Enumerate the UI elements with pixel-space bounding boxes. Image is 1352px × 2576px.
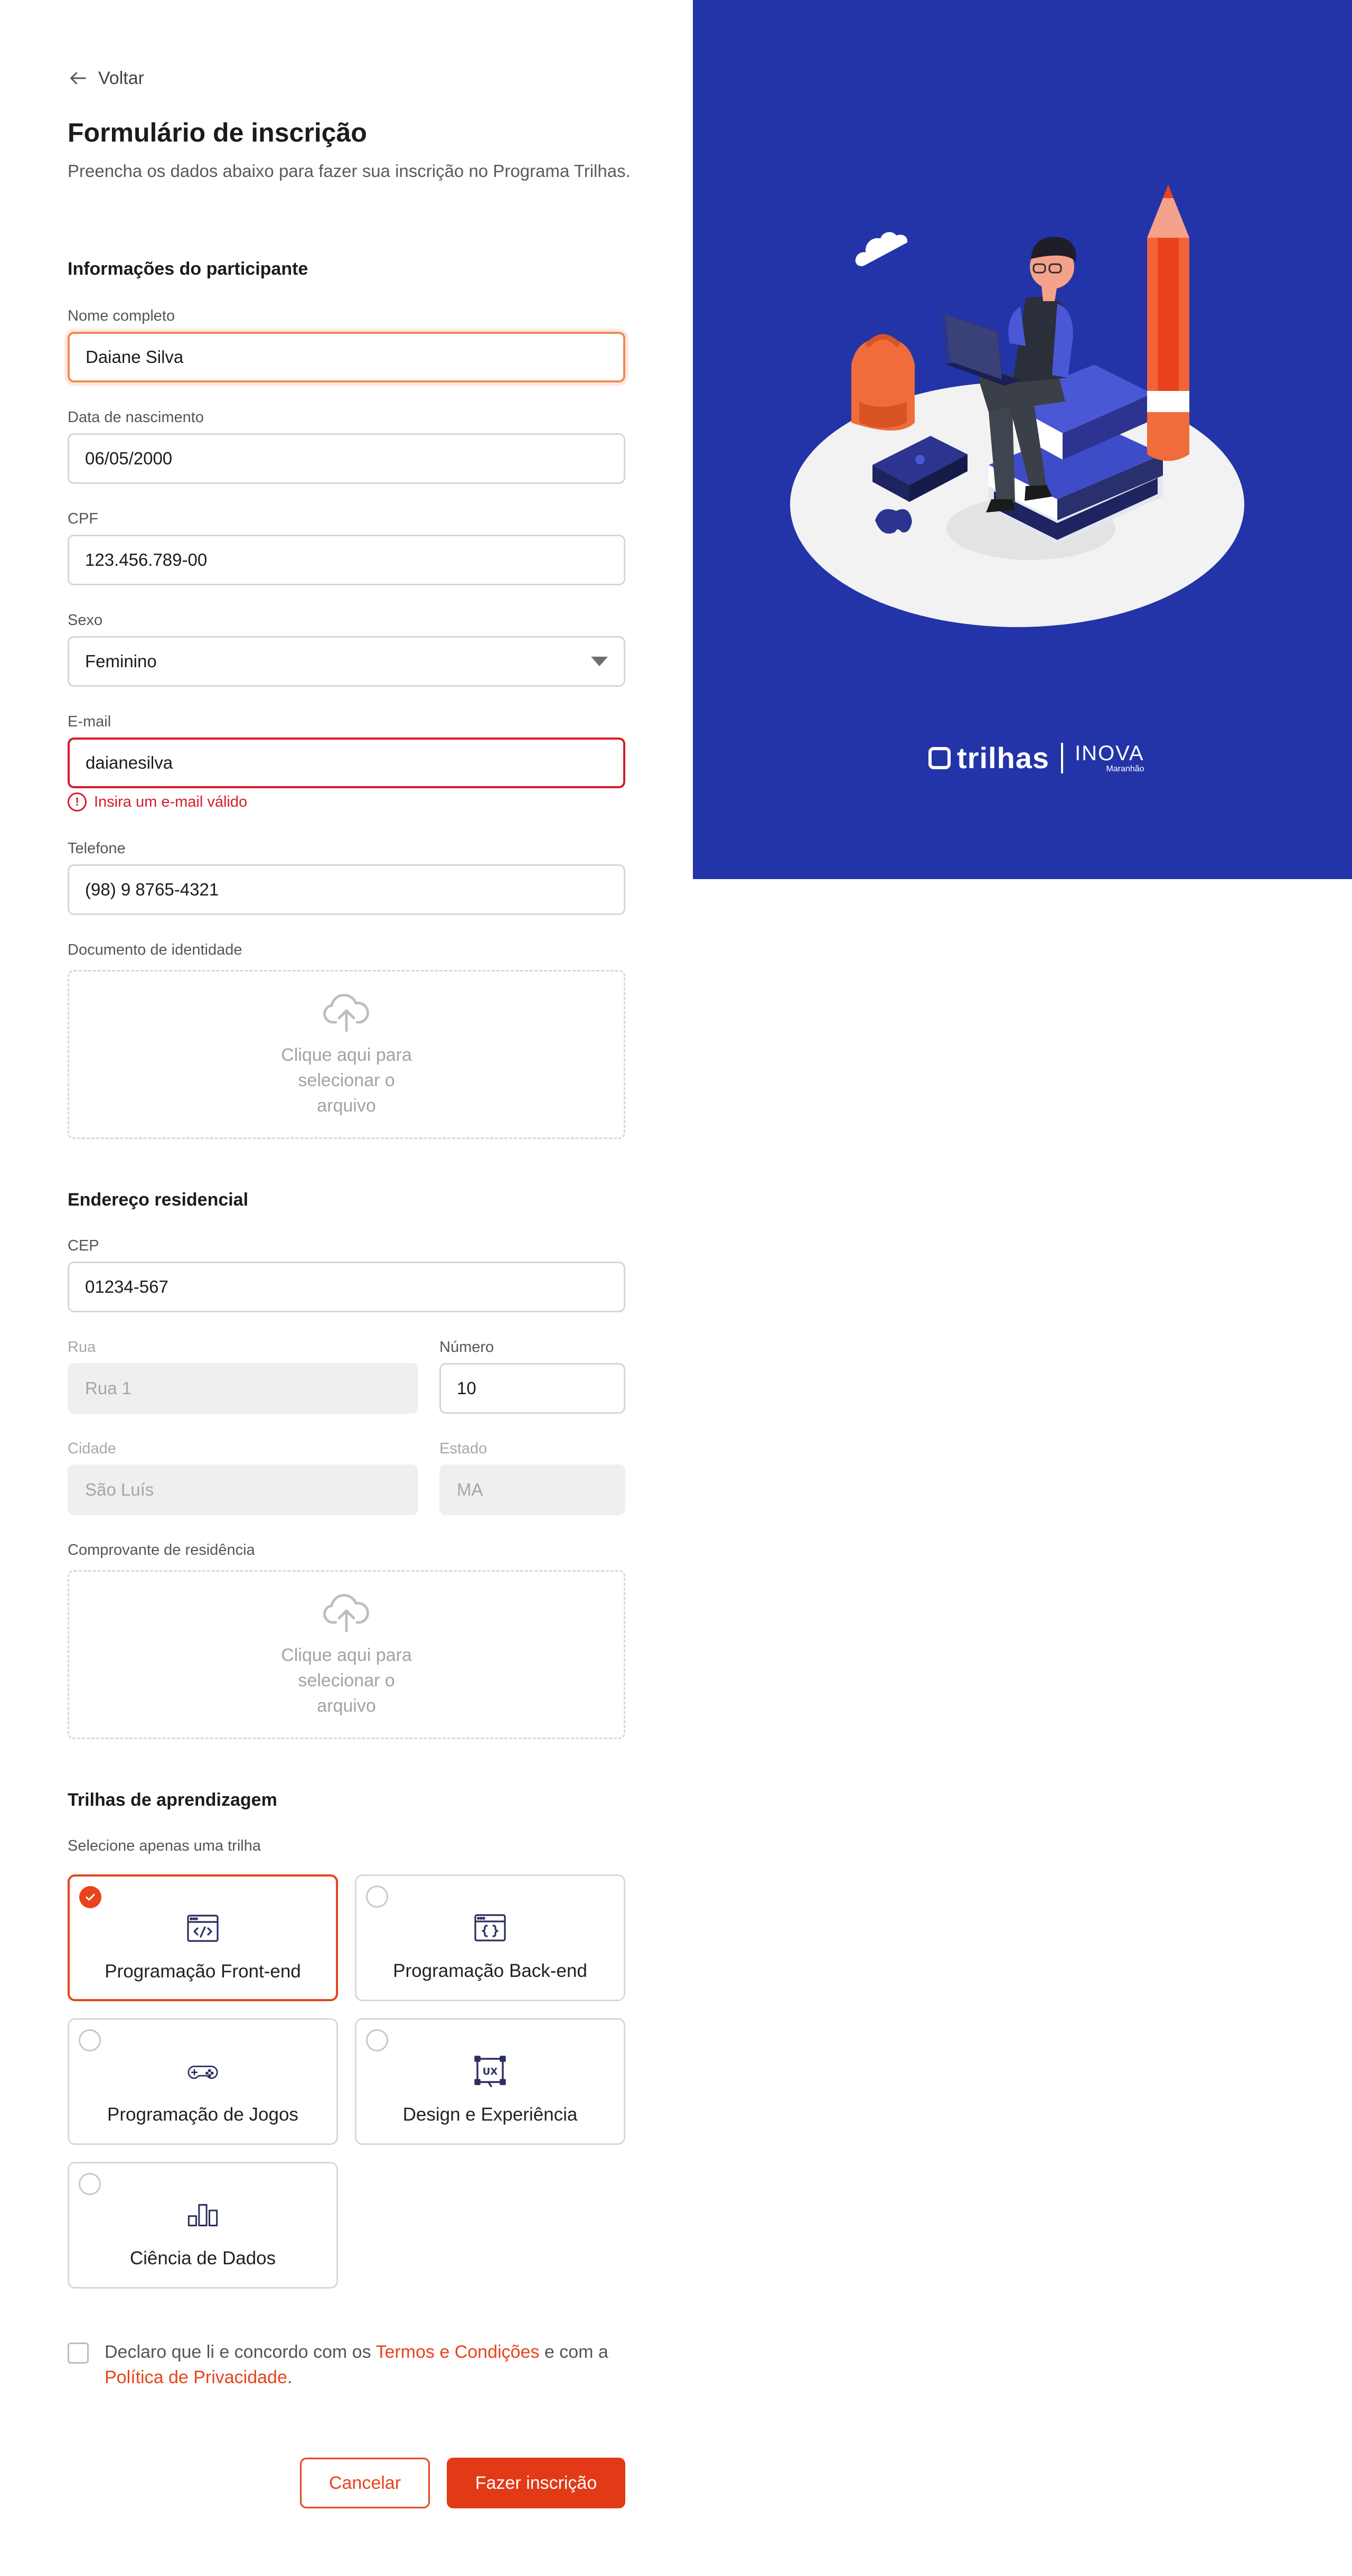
city-label: Cidade (68, 1440, 116, 1457)
terms-row: Declaro que li e concordo com os Termos … (68, 2339, 633, 2390)
track-radio[interactable] (79, 2173, 101, 2195)
number-field[interactable] (439, 1363, 625, 1414)
email-label: E-mail (68, 713, 111, 730)
track-label: Design e Experiência (402, 2104, 578, 2125)
terms-middle: e com a (544, 2342, 608, 2362)
birthdate-label: Data de nascimento (68, 409, 204, 426)
id-document-upload[interactable]: Clique aqui para selecionar o arquivo (68, 970, 625, 1139)
cep-label: CEP (68, 1237, 99, 1254)
code-window-icon (187, 1915, 219, 1942)
cloud-upload-icon (323, 1594, 369, 1632)
brand-logos: trilhas INOVA Maranhão (928, 741, 1144, 775)
privacy-link[interactable]: Política de Privacidade (105, 2367, 287, 2387)
phone-label: Telefone (68, 840, 126, 857)
number-label: Número (439, 1339, 494, 1356)
track-radio[interactable] (366, 1886, 388, 1908)
track-radio[interactable] (366, 2029, 388, 2051)
braces-window-icon (474, 1914, 506, 1942)
trilhas-logo-icon (928, 746, 951, 769)
cpf-field[interactable] (68, 535, 625, 585)
sex-select[interactable]: Feminino (68, 636, 625, 687)
terms-checkbox[interactable] (68, 2342, 89, 2364)
cpf-label: CPF (68, 510, 98, 527)
check-icon (86, 1893, 95, 1901)
section-title-tracks: Trilhas de aprendizagem (68, 1790, 277, 1810)
track-card-data-science[interactable]: Ciência de Dados (68, 2162, 338, 2289)
caret-down-icon (591, 657, 608, 666)
terms-link[interactable]: Termos e Condições (375, 2342, 539, 2362)
proof-upload[interactable]: Clique aqui para selecionar o arquivo (68, 1570, 625, 1739)
terms-prefix: Declaro que li e concordo com os (105, 2342, 371, 2362)
name-field[interactable] (68, 332, 625, 382)
street-field[interactable] (68, 1363, 418, 1414)
backpack-illustration (851, 334, 915, 431)
birthdate-field[interactable] (68, 433, 625, 484)
proof-label: Comprovante de residência (68, 1542, 255, 1558)
back-label: Voltar (98, 68, 144, 88)
email-error: ! Insira um e-mail válido (68, 792, 247, 811)
page-title: Formulário de inscrição (68, 118, 367, 147)
id-document-upload-text: Clique aqui para selecionar o arquivo (281, 1045, 412, 1116)
email-field[interactable] (68, 738, 625, 788)
track-card-games[interactable]: Programação de Jogos (68, 2018, 338, 2145)
inova-logo-text: INOVA (1075, 741, 1144, 765)
proof-upload-text: Clique aqui para selecionar o arquivo (281, 1645, 412, 1716)
track-radio-checked[interactable] (79, 1886, 101, 1908)
form-panel: Voltar Formulário de inscrição Preencha … (0, 0, 693, 2576)
logo-divider (1061, 742, 1064, 773)
inova-logo: INOVA Maranhão (1075, 743, 1144, 773)
track-card-frontend[interactable]: Programação Front-end (68, 1874, 338, 2001)
bar-chart-icon (187, 2204, 218, 2227)
email-error-text: Insira um e-mail válido (94, 793, 248, 810)
inova-logo-subtext: Maranhão (1106, 764, 1144, 773)
track-label: Programação Front-end (105, 1961, 301, 1982)
track-radio[interactable] (79, 2029, 101, 2051)
cep-field[interactable] (68, 1262, 625, 1312)
back-link[interactable]: Voltar (68, 68, 144, 89)
track-card-design[interactable]: UX Design e Experiência (355, 2018, 625, 2145)
city-field[interactable] (68, 1464, 418, 1515)
terms-suffix: . (287, 2367, 293, 2387)
gamepad-icon (187, 2066, 218, 2079)
sex-select-value: Feminino (85, 651, 157, 671)
submit-button[interactable]: Fazer inscrição (447, 2458, 625, 2508)
track-label: Ciência de Dados (129, 2248, 276, 2269)
cloud-upload-icon (323, 994, 369, 1032)
ux-icon: UX (474, 2056, 506, 2087)
track-card-backend[interactable]: Programação Back-end (355, 1874, 625, 2001)
name-label: Nome completo (68, 307, 175, 324)
terms-text: Declaro que li e concordo com os Termos … (105, 2339, 633, 2390)
track-label: Programação de Jogos (107, 2104, 298, 2125)
pencil-illustration (1147, 185, 1189, 461)
page-subtitle: Preencha os dados abaixo para fazer sua … (68, 161, 631, 181)
state-field[interactable] (439, 1464, 625, 1515)
id-document-label: Documento de identidade (68, 941, 242, 958)
illustration-panel: trilhas INOVA Maranhão (693, 0, 1352, 879)
trilhas-logo-text: trilhas (957, 741, 1050, 774)
alert-circle-icon: ! (68, 792, 87, 811)
sex-label: Sexo (68, 612, 103, 629)
arrow-left-icon (70, 72, 86, 85)
phone-field[interactable] (68, 864, 625, 915)
section-title-participant: Informações do participante (68, 259, 308, 279)
section-title-address: Endereço residencial (68, 1190, 249, 1210)
cancel-button[interactable]: Cancelar (300, 2458, 430, 2508)
svg-text:UX: UX (483, 2066, 498, 2077)
street-label: Rua (68, 1339, 96, 1356)
tracks-hint: Selecione apenas uma trilha (68, 1837, 261, 1854)
trilhas-logo: trilhas (928, 741, 1049, 775)
state-label: Estado (439, 1440, 487, 1457)
laptop-illustration (941, 312, 1020, 386)
track-label: Programação Back-end (393, 1961, 587, 1981)
